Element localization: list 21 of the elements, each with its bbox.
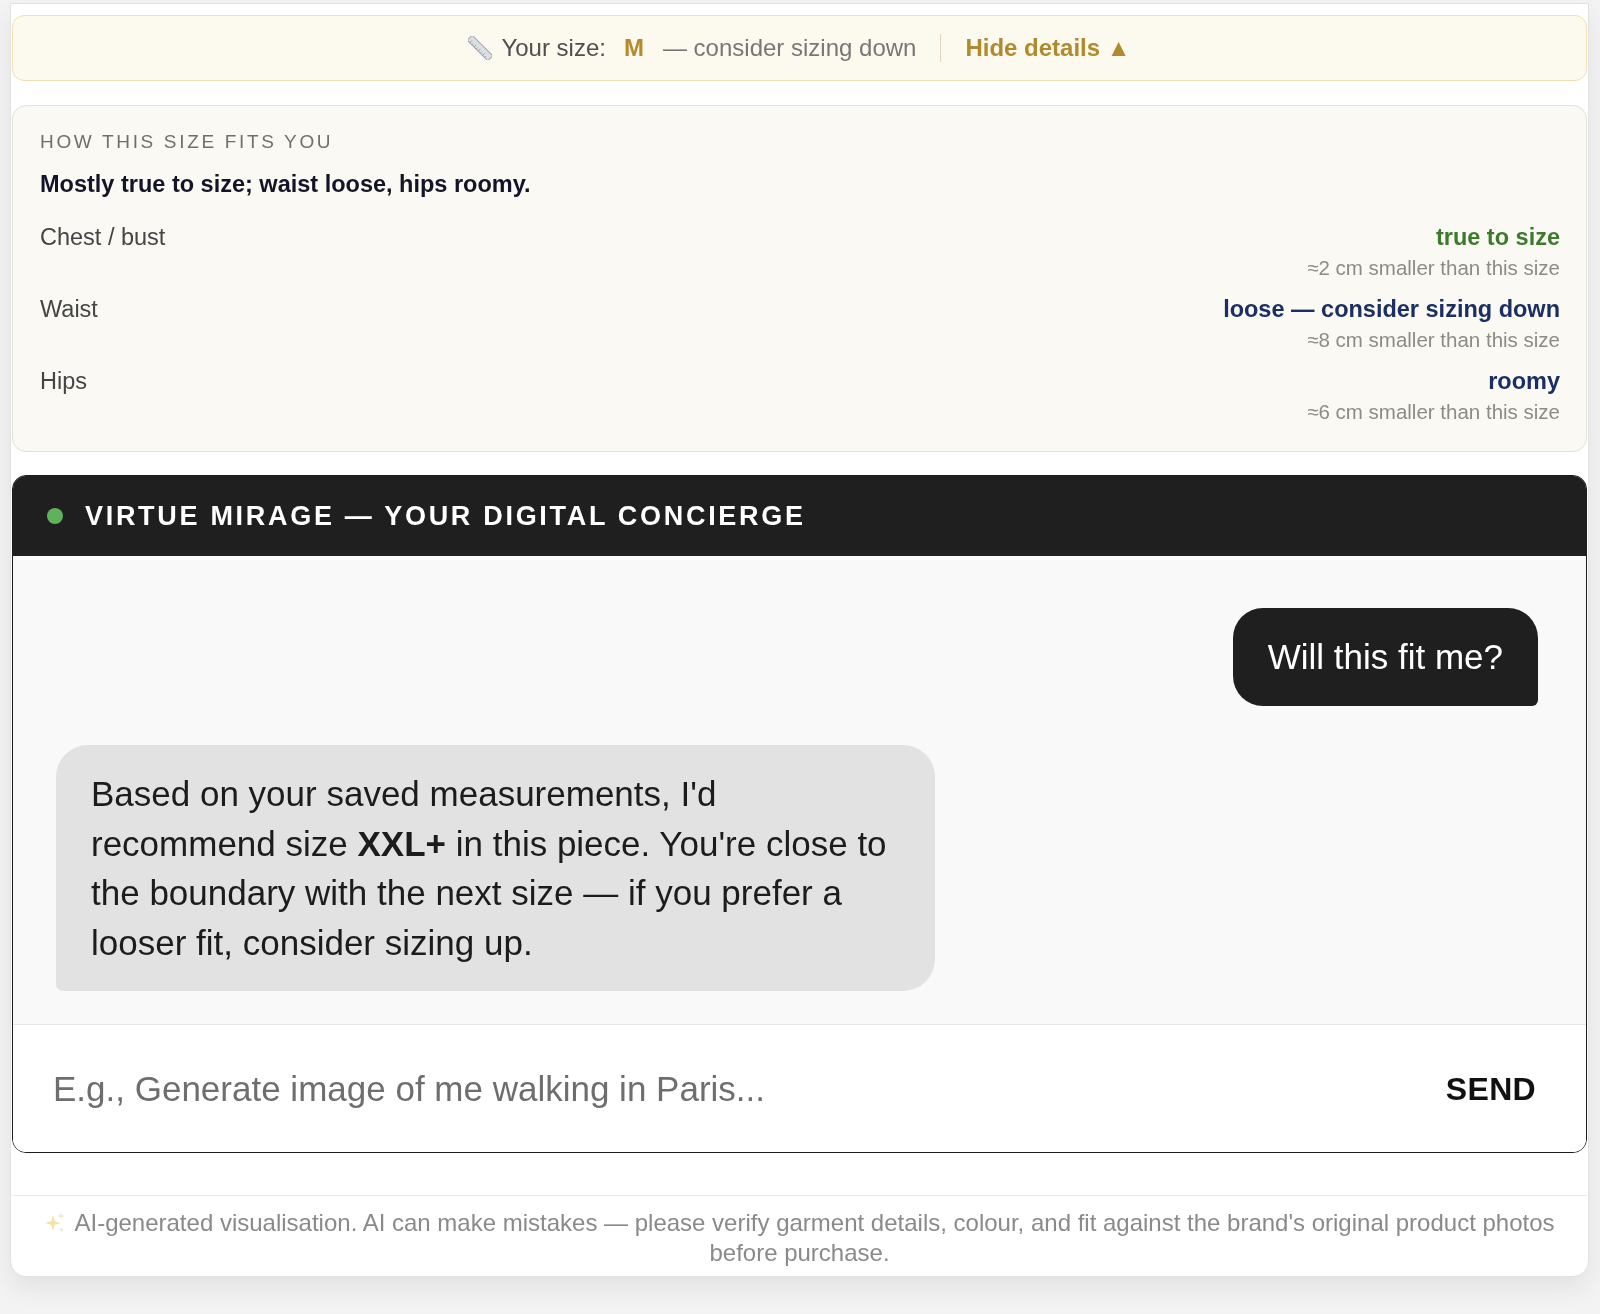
size-label: Your size: bbox=[501, 33, 606, 63]
size-value: M bbox=[623, 33, 644, 63]
fit-note: ≈2 cm smaller than this size bbox=[1307, 255, 1560, 281]
message-input[interactable]: E.g., Generate image of me walking in Paris... bbox=[53, 1060, 1426, 1117]
assistant-message-bubble: Based on your saved measurements, I'd recommend size XXL+ in this piece. You're close to the boundary with the next size — if you prefer a looser fit, consider sizing up. bbox=[56, 745, 935, 991]
ai-disclaimer: AI-generated visualisation. AI can make mistakes — please verify garment details, colour, and fit against the brand's original product photos before purchase. bbox=[12, 1196, 1587, 1276]
size-advice: — consider sizing down bbox=[662, 33, 917, 63]
measurement-label: Hips bbox=[40, 367, 87, 396]
fit-heading: HOW THIS SIZE FITS YOU bbox=[40, 130, 335, 154]
measurement-label: Waist bbox=[40, 295, 98, 324]
fit-verdict: true to size bbox=[1435, 223, 1560, 252]
sparkles-icon bbox=[44, 1212, 67, 1234]
fit-verdict: roomy bbox=[1488, 367, 1560, 396]
fit-note: ≈6 cm smaller than this size bbox=[1307, 399, 1560, 425]
measurement-label: Chest / bust bbox=[40, 223, 166, 252]
fit-summary: Mostly true to size; waist loose, hips roomy. bbox=[40, 170, 532, 199]
fit-verdict: loose — consider sizing down bbox=[1223, 295, 1560, 324]
send-button[interactable]: SEND bbox=[1445, 1064, 1536, 1113]
chat-title: VIRTUE MIRAGE — YOUR DIGITAL CONCIERGE bbox=[85, 499, 806, 533]
user-message-bubble: Will this fit me? bbox=[1232, 608, 1538, 706]
fit-note: ≈8 cm smaller than this size bbox=[1307, 327, 1560, 353]
